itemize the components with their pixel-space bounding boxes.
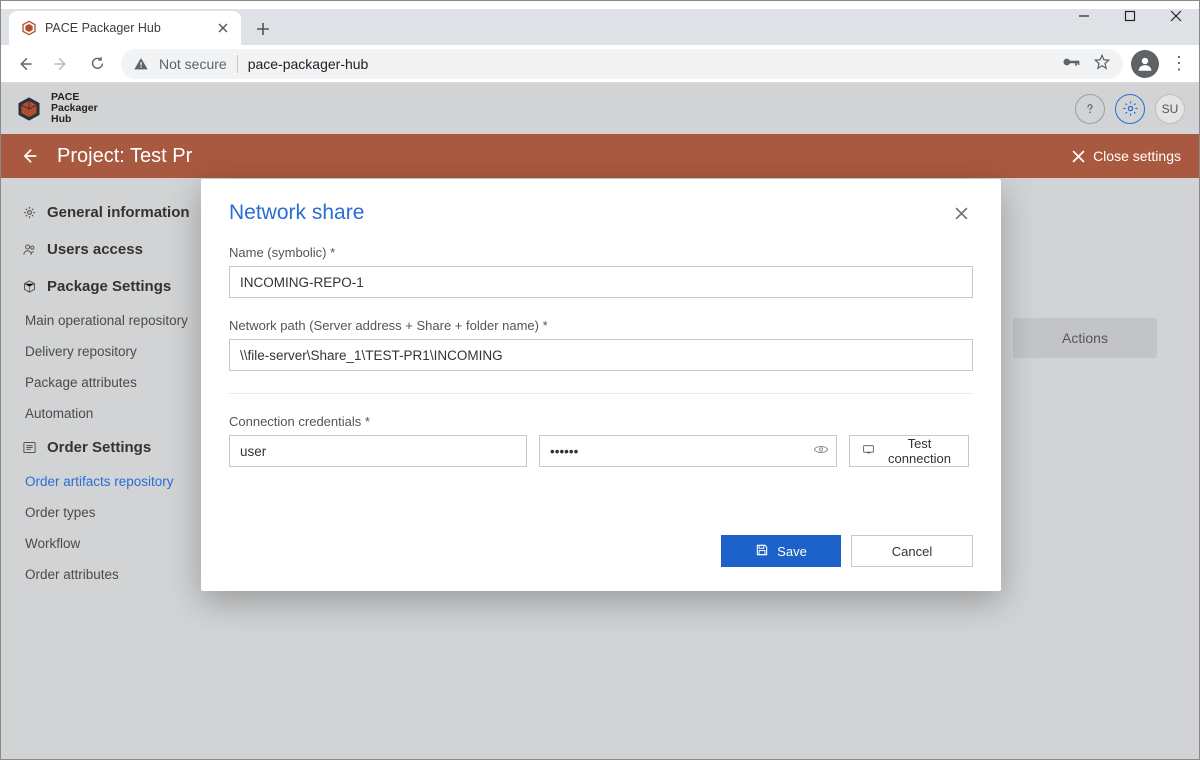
test-connection-icon (862, 443, 875, 459)
security-label: Not secure (159, 56, 227, 72)
browser-tab[interactable]: PACE Packager Hub (9, 11, 241, 45)
save-icon (755, 543, 769, 560)
tab-close-button[interactable] (215, 20, 231, 36)
saved-password-icon[interactable] (1061, 52, 1081, 75)
dialog-title: Network share (229, 201, 364, 225)
window-minimize-button[interactable] (1061, 1, 1107, 31)
address-url: pace-packager-hub (248, 56, 369, 72)
save-button[interactable]: Save (721, 535, 841, 567)
path-label: Network path (Server address + Share + f… (229, 318, 973, 333)
divider (229, 393, 973, 394)
cancel-button[interactable]: Cancel (851, 535, 973, 567)
password-reveal-icon[interactable] (813, 442, 829, 461)
password-input[interactable] (539, 435, 837, 467)
app-root: PACE Packager Hub SU Project: Test Pr (1, 83, 1199, 759)
window-maximize-button[interactable] (1107, 1, 1153, 31)
bookmark-star-icon[interactable] (1093, 53, 1111, 74)
address-divider (237, 55, 238, 73)
tab-strip: PACE Packager Hub (1, 9, 1199, 45)
tab-title: PACE Packager Hub (45, 21, 161, 35)
cred-label: Connection credentials * (229, 414, 973, 429)
nav-forward-button[interactable] (45, 48, 77, 80)
username-input[interactable] (229, 435, 527, 467)
new-tab-button[interactable] (249, 15, 277, 43)
not-secure-icon (133, 56, 149, 72)
dialog-close-button[interactable] (949, 201, 973, 225)
network-share-dialog: Network share Name (symbolic) * Network … (201, 179, 1001, 591)
profile-avatar[interactable] (1131, 50, 1159, 78)
browser-chrome: PACE Packager Hub (1, 9, 1199, 83)
name-input[interactable] (229, 266, 973, 298)
nav-reload-button[interactable] (81, 48, 113, 80)
test-connection-button[interactable]: Test connection (849, 435, 969, 467)
tab-favicon (21, 20, 37, 36)
browser-menu-button[interactable]: ⋮ (1167, 53, 1191, 74)
name-label: Name (symbolic) * (229, 245, 973, 260)
nav-back-button[interactable] (9, 48, 41, 80)
browser-toolbar: Not secure pace-packager-hub ⋮ (1, 45, 1199, 83)
window-controls (1061, 1, 1199, 37)
path-input[interactable] (229, 339, 973, 371)
address-bar[interactable]: Not secure pace-packager-hub (121, 49, 1123, 79)
window-close-button[interactable] (1153, 1, 1199, 31)
